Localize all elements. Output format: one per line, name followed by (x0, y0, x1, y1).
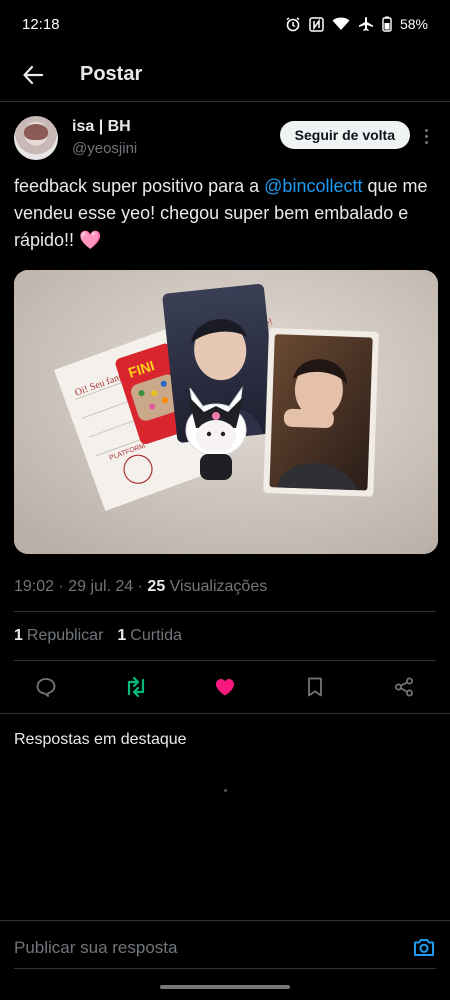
more-options-icon[interactable] (418, 122, 434, 150)
nfc-icon (309, 16, 324, 32)
arrow-left-icon[interactable] (18, 60, 48, 90)
engagement-stats: 1 Republicar 1 Curtida (14, 627, 182, 645)
divider (14, 968, 436, 969)
avatar[interactable] (14, 116, 58, 160)
tweet-date: 29 jul. 24 (68, 578, 134, 595)
status-bar: 12:18 58% (0, 0, 450, 48)
views-label[interactable]: Visualizações (170, 578, 268, 595)
tweet-time: 19:02 (14, 578, 55, 595)
loading-indicator (224, 789, 227, 792)
author-name[interactable]: isa | BH (72, 118, 131, 136)
tweet-author: isa | BH @yeosjini Seguir de volta (14, 116, 436, 166)
tweet-text: feedback super positivo para a @bincolle… (14, 173, 436, 254)
reply-composer (0, 920, 450, 975)
action-bar (14, 672, 436, 702)
airplane-icon (358, 16, 374, 32)
bookmark-icon[interactable] (303, 675, 327, 699)
divider (14, 660, 436, 661)
divider (14, 611, 436, 612)
reposts-label: Republicar (26, 627, 104, 644)
replies-heading: Respostas em destaque (14, 731, 187, 748)
alarm-icon (285, 16, 301, 32)
divider (0, 713, 450, 714)
views-count[interactable]: 25 (147, 578, 165, 595)
reposts-count: 1 (14, 627, 23, 644)
mention-link[interactable]: @bincollectt (264, 176, 362, 196)
tweet-meta: 19:02 · 29 jul. 24 · 25 Visualizações (14, 578, 268, 595)
battery-percent: 58% (399, 16, 428, 32)
home-indicator[interactable] (160, 985, 290, 989)
photo-illustration: Oi! Seu fanpage... Obrigada pela compra,… (14, 270, 438, 554)
reposts-stat[interactable]: 1 Republicar (14, 627, 103, 645)
repost-icon[interactable] (124, 675, 148, 699)
wifi-icon (332, 17, 350, 31)
share-icon[interactable] (392, 675, 416, 699)
likes-stat[interactable]: 1 Curtida (117, 627, 181, 645)
tweet-photo[interactable]: Oi! Seu fanpage... Obrigada pela compra,… (14, 270, 438, 554)
status-icons: 58% (285, 16, 428, 32)
reply-icon[interactable] (34, 675, 58, 699)
reply-input[interactable] (14, 931, 394, 965)
camera-icon[interactable] (412, 935, 436, 959)
heart-emoji: 🩷 (79, 230, 102, 250)
status-time: 12:18 (22, 15, 60, 33)
like-icon[interactable] (213, 675, 237, 699)
author-handle[interactable]: @yeosjini (72, 140, 137, 157)
top-nav-bar: Postar (0, 48, 450, 102)
tweet-text-part: feedback super positivo para a (14, 176, 265, 196)
likes-label: Curtida (130, 627, 182, 644)
page-title: Postar (80, 63, 143, 85)
follow-back-button[interactable]: Seguir de volta (279, 121, 410, 149)
likes-count: 1 (117, 627, 127, 644)
battery-icon (382, 16, 392, 32)
